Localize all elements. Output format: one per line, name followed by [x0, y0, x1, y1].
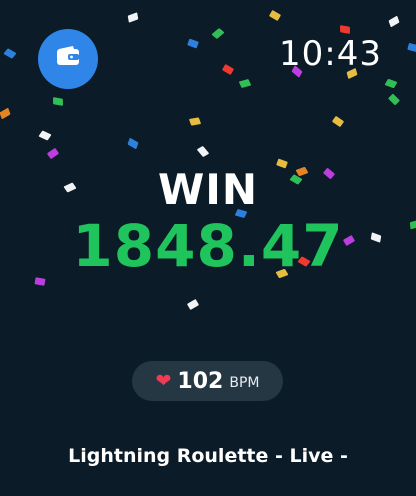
confetti-piece	[238, 78, 252, 89]
confetti-piece	[388, 15, 400, 28]
confetti-piece	[53, 97, 63, 106]
confetti-piece	[221, 63, 235, 76]
game-title: Lightning Roulette - Live -	[68, 445, 348, 467]
wallet-button[interactable]	[38, 29, 98, 89]
confetti-piece	[340, 25, 350, 34]
bpm-value: 102	[177, 368, 224, 394]
wallet-icon	[53, 42, 83, 76]
confetti-piece	[387, 93, 401, 106]
heart-icon: ❤	[155, 369, 172, 392]
confetti-piece	[38, 130, 52, 141]
confetti-piece	[268, 9, 282, 22]
confetti-piece	[384, 78, 398, 89]
bpm-unit: BPM	[229, 375, 260, 391]
confetti-piece	[127, 12, 139, 23]
confetti-piece	[3, 48, 17, 59]
heart-rate-badge: ❤ 102 BPM	[132, 361, 283, 401]
confetti-piece	[196, 145, 210, 158]
confetti-piece	[186, 298, 200, 311]
confetti-piece	[407, 42, 416, 53]
win-amount: 1848.47	[72, 212, 344, 280]
confetti-piece	[46, 147, 60, 160]
confetti-piece	[187, 38, 199, 49]
win-label: WIN	[157, 165, 259, 214]
confetti-piece	[211, 28, 225, 39]
clock-time: 10:43	[279, 34, 382, 74]
confetti-piece	[127, 137, 139, 150]
confetti-piece	[331, 115, 345, 128]
win-screen: 10:43 WIN 1848.47 ❤ 102 BPM Lightning Ro…	[0, 0, 416, 496]
confetti-piece	[188, 117, 202, 126]
confetti-piece	[0, 107, 11, 120]
